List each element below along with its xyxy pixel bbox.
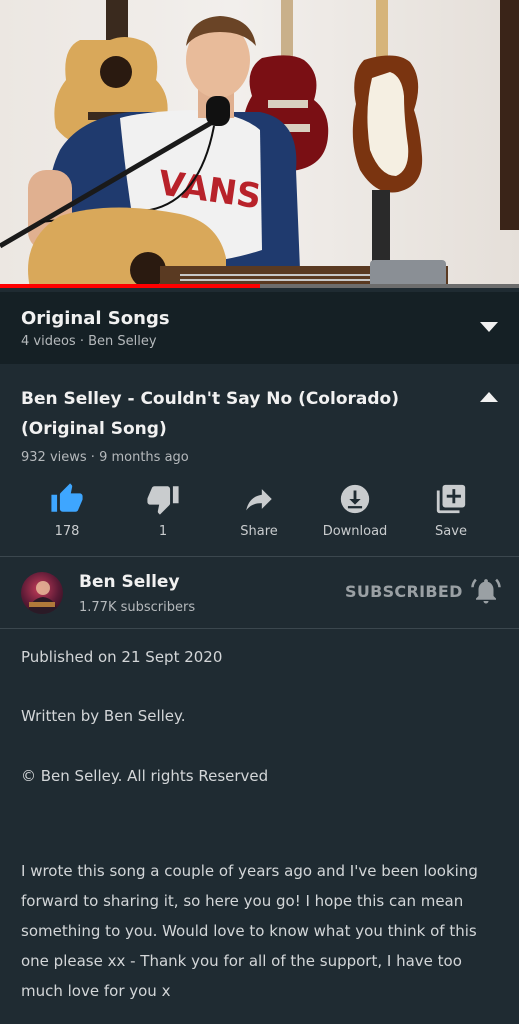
thumbs-up-icon xyxy=(51,483,83,512)
written-by: Written by Ben Selley. xyxy=(21,707,186,725)
upload-age: 9 months ago xyxy=(99,450,189,465)
dislike-count: 1 xyxy=(158,524,168,539)
subscriber-count: 1.77K subscribers xyxy=(79,600,196,615)
divider xyxy=(0,628,519,629)
share-button[interactable]: Share xyxy=(211,478,307,539)
channel-row: Ben Selley 1.77K subscribers SUBSCRIBED xyxy=(0,558,519,628)
playlist-header[interactable]: Original Songs 4 videos · Ben Selley xyxy=(0,292,519,364)
download-label: Download xyxy=(322,524,388,539)
copyright-line: © Ben Selley. All rights Reserved xyxy=(21,767,269,785)
meta-separator: · xyxy=(90,450,100,465)
download-button[interactable]: Download xyxy=(307,478,403,539)
video-title[interactable]: Ben Selley - Couldn't Say No (Colorado) … xyxy=(21,384,441,444)
sunburst-strat-guitar xyxy=(352,0,423,270)
view-count: 932 views xyxy=(21,450,87,465)
playlist-title: Original Songs xyxy=(21,308,170,329)
subscribed-button[interactable]: SUBSCRIBED xyxy=(345,582,463,601)
playlist-subtitle: 4 videos · Ben Selley xyxy=(21,334,157,349)
divider xyxy=(0,556,519,557)
save-button[interactable]: Save xyxy=(403,478,499,539)
right-edge-guitar xyxy=(500,0,519,230)
thumbs-down-icon xyxy=(147,486,179,515)
channel-name[interactable]: Ben Selley xyxy=(79,572,180,592)
download-icon xyxy=(340,484,370,514)
like-button[interactable]: 178 xyxy=(19,478,115,539)
video-frame-illustration: VANS xyxy=(0,0,519,288)
save-label: Save xyxy=(435,524,467,539)
description-body: I wrote this song a couple of years ago … xyxy=(21,862,478,1000)
channel-avatar[interactable] xyxy=(21,572,63,614)
progress-played xyxy=(0,284,260,288)
video-player[interactable]: VANS xyxy=(0,0,519,288)
published-date: Published on 21 Sept 2020 xyxy=(21,648,223,666)
share-icon xyxy=(246,489,272,511)
video-meta: 932 views · 9 months ago xyxy=(21,450,189,465)
playlist-add-icon xyxy=(436,484,466,514)
action-bar: 178 1 Share Download Save xyxy=(0,478,519,548)
notification-bell-icon[interactable] xyxy=(471,576,501,606)
chevron-down-icon[interactable] xyxy=(477,316,501,336)
like-count: 178 xyxy=(54,524,80,539)
chevron-up-icon[interactable] xyxy=(477,388,501,408)
avatar-image xyxy=(27,581,59,614)
dislike-button[interactable]: 1 xyxy=(115,478,211,539)
share-label: Share xyxy=(240,524,278,539)
